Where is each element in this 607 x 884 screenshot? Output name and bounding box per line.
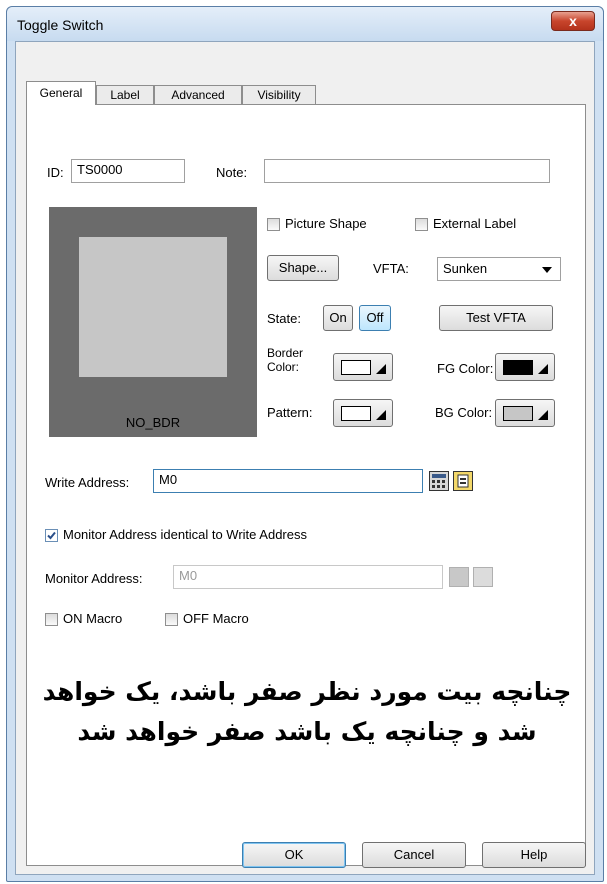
state-on-button[interactable]: On	[323, 305, 353, 331]
picture-shape-checkbox[interactable]	[267, 218, 280, 231]
vfta-value: Sunken	[443, 261, 488, 276]
note-field[interactable]	[264, 159, 550, 183]
annotation-line-1: چنانچه بیت مورد نظر صفر باشد، یک خواهد	[42, 677, 572, 706]
off-macro-checkbox[interactable]	[165, 613, 178, 626]
close-button[interactable]: x	[551, 11, 595, 31]
dialog-client: General Label Advanced Visibility ID: TS…	[15, 41, 595, 875]
id-field[interactable]: TS0000	[71, 159, 185, 183]
calculator-icon[interactable]	[429, 471, 449, 491]
id-label: ID:	[47, 165, 64, 180]
dropdown-arrow-icon	[376, 410, 386, 420]
pattern-button[interactable]	[333, 399, 393, 427]
pattern-label: Pattern:	[267, 405, 313, 420]
preview-label: NO_BDR	[125, 415, 181, 430]
border-color-label: Border Color:	[267, 346, 303, 374]
state-label: State:	[267, 311, 301, 326]
tab-general[interactable]: General	[26, 81, 96, 105]
fg-color-label: FG Color:	[437, 361, 494, 376]
border-color-button[interactable]	[333, 353, 393, 381]
title-bar[interactable]: Toggle Switch x	[7, 7, 603, 41]
shape-preview-inner	[79, 237, 227, 377]
dropdown-arrow-icon	[376, 364, 386, 374]
bg-color-label: BG Color:	[435, 405, 493, 420]
annotation-line-2: شد و چنانچه یک باشد صفر خواهد شد	[77, 717, 537, 746]
note-label: Note:	[216, 165, 248, 180]
border-color-swatch	[341, 360, 371, 375]
tab-advanced[interactable]: Advanced	[154, 85, 242, 104]
chevron-down-icon	[542, 267, 552, 273]
calculator-icon-disabled	[449, 567, 469, 587]
fg-color-button[interactable]	[495, 353, 555, 381]
shape-preview: NO_BDR	[49, 207, 257, 437]
cancel-button[interactable]: Cancel	[362, 842, 466, 868]
window-title: Toggle Switch	[17, 17, 104, 33]
monitor-address-field: M0	[173, 565, 443, 589]
on-macro-label: ON Macro	[63, 611, 123, 626]
vfta-dropdown[interactable]: Sunken	[437, 257, 561, 281]
picture-shape-label: Picture Shape	[285, 216, 367, 231]
ok-button[interactable]: OK	[242, 842, 346, 868]
tag-library-icon-disabled	[473, 567, 493, 587]
general-panel: ID: TS0000 Note: NO_BDR Picture Shape Ex…	[26, 104, 586, 866]
bg-color-swatch	[503, 406, 533, 421]
toggle-switch-dialog: Toggle Switch x General Label Advanced V…	[6, 6, 604, 882]
vfta-label: VFTA:	[373, 261, 409, 276]
dropdown-arrow-icon	[538, 410, 548, 420]
bg-color-button[interactable]	[495, 399, 555, 427]
tab-visibility[interactable]: Visibility	[242, 85, 316, 104]
monitor-identical-checkbox[interactable]	[45, 529, 58, 542]
state-off-button[interactable]: Off	[359, 305, 391, 331]
border-color-label-line2: Color:	[267, 360, 300, 374]
on-macro-checkbox[interactable]	[45, 613, 58, 626]
external-label-checkbox[interactable]	[415, 218, 428, 231]
tag-library-icon[interactable]	[453, 471, 473, 491]
test-vfta-button[interactable]: Test VFTA	[439, 305, 553, 331]
write-address-field[interactable]: M0	[153, 469, 423, 493]
tab-label[interactable]: Label	[96, 85, 154, 104]
write-address-label: Write Address:	[45, 475, 130, 490]
external-label-label: External Label	[433, 216, 517, 231]
monitor-identical-label: Monitor Address identical to Write Addre…	[63, 527, 307, 542]
help-button[interactable]: Help	[482, 842, 586, 868]
pattern-swatch	[341, 406, 371, 421]
fg-color-swatch	[503, 360, 533, 375]
shape-button[interactable]: Shape...	[267, 255, 339, 281]
monitor-address-label: Monitor Address:	[45, 571, 143, 586]
off-macro-label: OFF Macro	[183, 611, 249, 626]
dropdown-arrow-icon	[538, 364, 548, 374]
border-color-label-line1: Border	[267, 346, 304, 360]
checkmark-icon	[47, 531, 56, 540]
